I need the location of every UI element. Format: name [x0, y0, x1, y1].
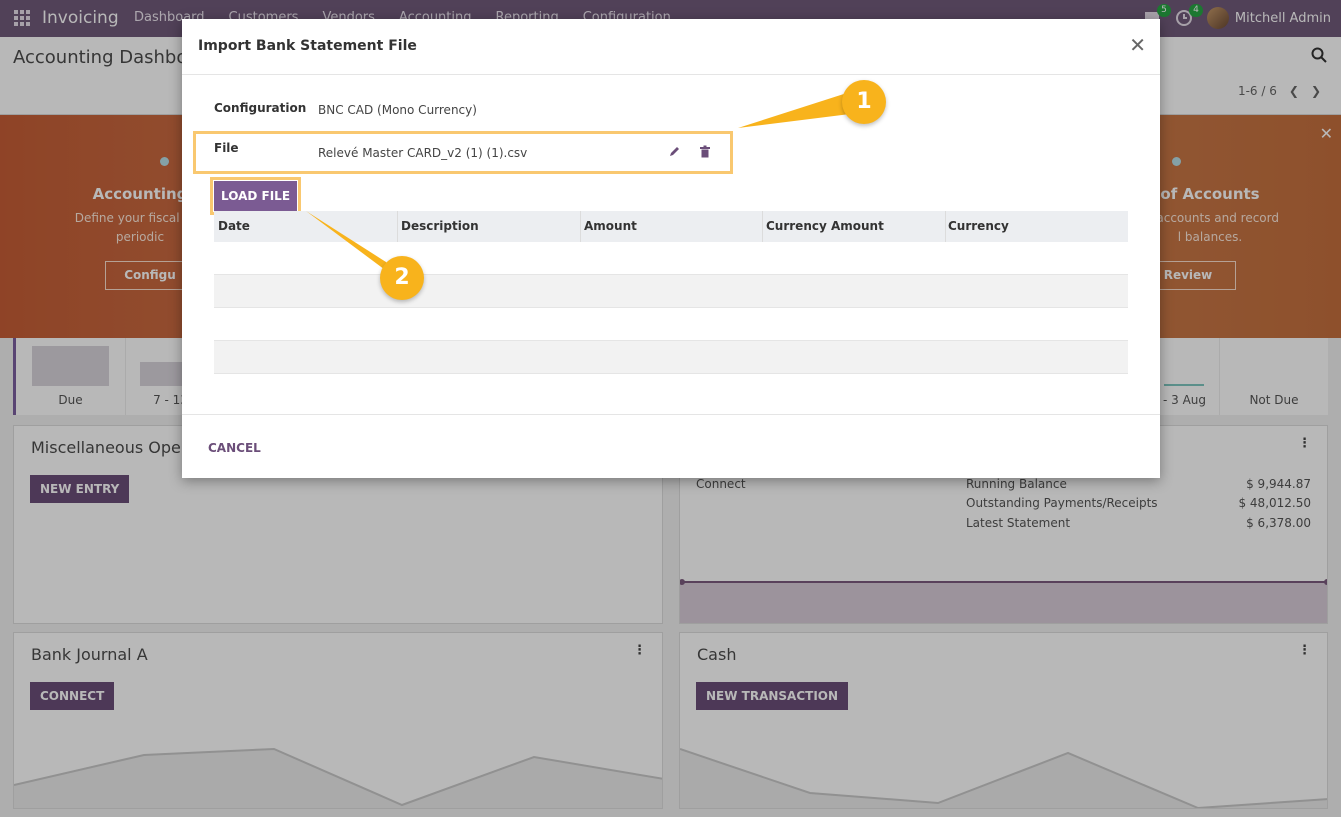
configuration-value[interactable]: BNC CAD (Mono Currency): [318, 103, 477, 117]
column-currency-amount[interactable]: Currency Amount: [766, 219, 884, 233]
load-file-button[interactable]: LOAD FILE: [214, 181, 297, 211]
column-separator: [580, 211, 581, 242]
column-amount[interactable]: Amount: [584, 219, 637, 233]
file-label: File: [214, 141, 239, 155]
file-name[interactable]: Relevé Master CARD_v2 (1) (1).csv: [318, 146, 527, 160]
close-icon[interactable]: ✕: [1129, 35, 1146, 55]
preview-table-header: Date Description Amount Currency Amount …: [214, 211, 1128, 242]
table-row: [214, 242, 1128, 275]
modal-title: Import Bank Statement File: [198, 38, 417, 54]
modal-header: Import Bank Statement File ✕: [182, 19, 1160, 75]
column-separator: [762, 211, 763, 242]
column-currency[interactable]: Currency: [948, 219, 1009, 233]
configuration-label: Configuration: [214, 101, 307, 115]
trash-icon[interactable]: [699, 145, 711, 161]
column-date[interactable]: Date: [218, 219, 250, 233]
modal-footer: CANCEL: [182, 414, 1160, 478]
table-row: [214, 275, 1128, 308]
table-row: [214, 341, 1128, 374]
column-description[interactable]: Description: [401, 219, 479, 233]
pencil-icon[interactable]: [668, 145, 681, 161]
column-separator: [397, 211, 398, 242]
cancel-button[interactable]: CANCEL: [208, 441, 261, 455]
table-row: [214, 308, 1128, 341]
callout-1: 1: [842, 80, 886, 124]
column-separator: [945, 211, 946, 242]
callout-2: 2: [380, 256, 424, 300]
